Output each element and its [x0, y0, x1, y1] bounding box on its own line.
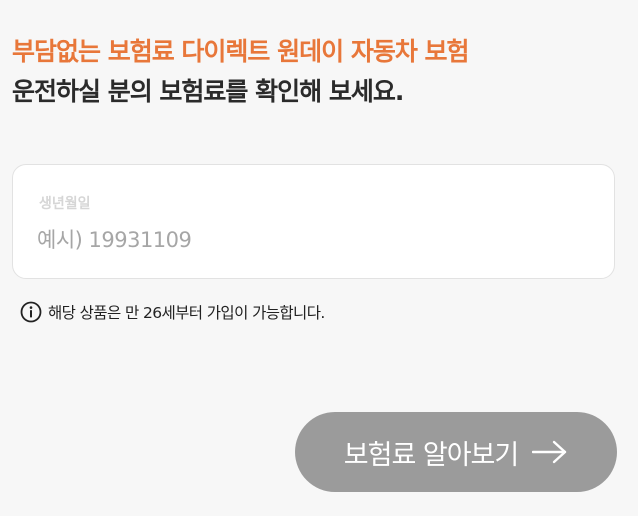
notice-text: 해당 상품은 만 26세부터 가입이 가능합니다. [48, 304, 325, 322]
age-notice: 해당 상품은 만 26세부터 가입이 가능합니다. [20, 301, 325, 323]
info-icon [20, 301, 42, 323]
arrow-right-icon [532, 440, 568, 464]
headline-accent: 부담없는 보험료 다이렉트 원데이 자동차 보험 [12, 37, 470, 66]
headline: 부담없는 보험료 다이렉트 원데이 자동차 보험 운전하실 분의 보험료를 확인… [12, 32, 632, 112]
check-premium-button[interactable]: 보험료 알아보기 [295, 412, 617, 492]
birthdate-field-box[interactable]: 생년월일 [12, 164, 615, 279]
birthdate-input[interactable] [37, 223, 577, 257]
headline-main: 운전하실 분의 보험료를 확인해 보세요. [12, 77, 404, 106]
birthdate-label: 생년월일 [39, 196, 91, 212]
check-premium-label: 보험료 알아보기 [343, 439, 519, 471]
